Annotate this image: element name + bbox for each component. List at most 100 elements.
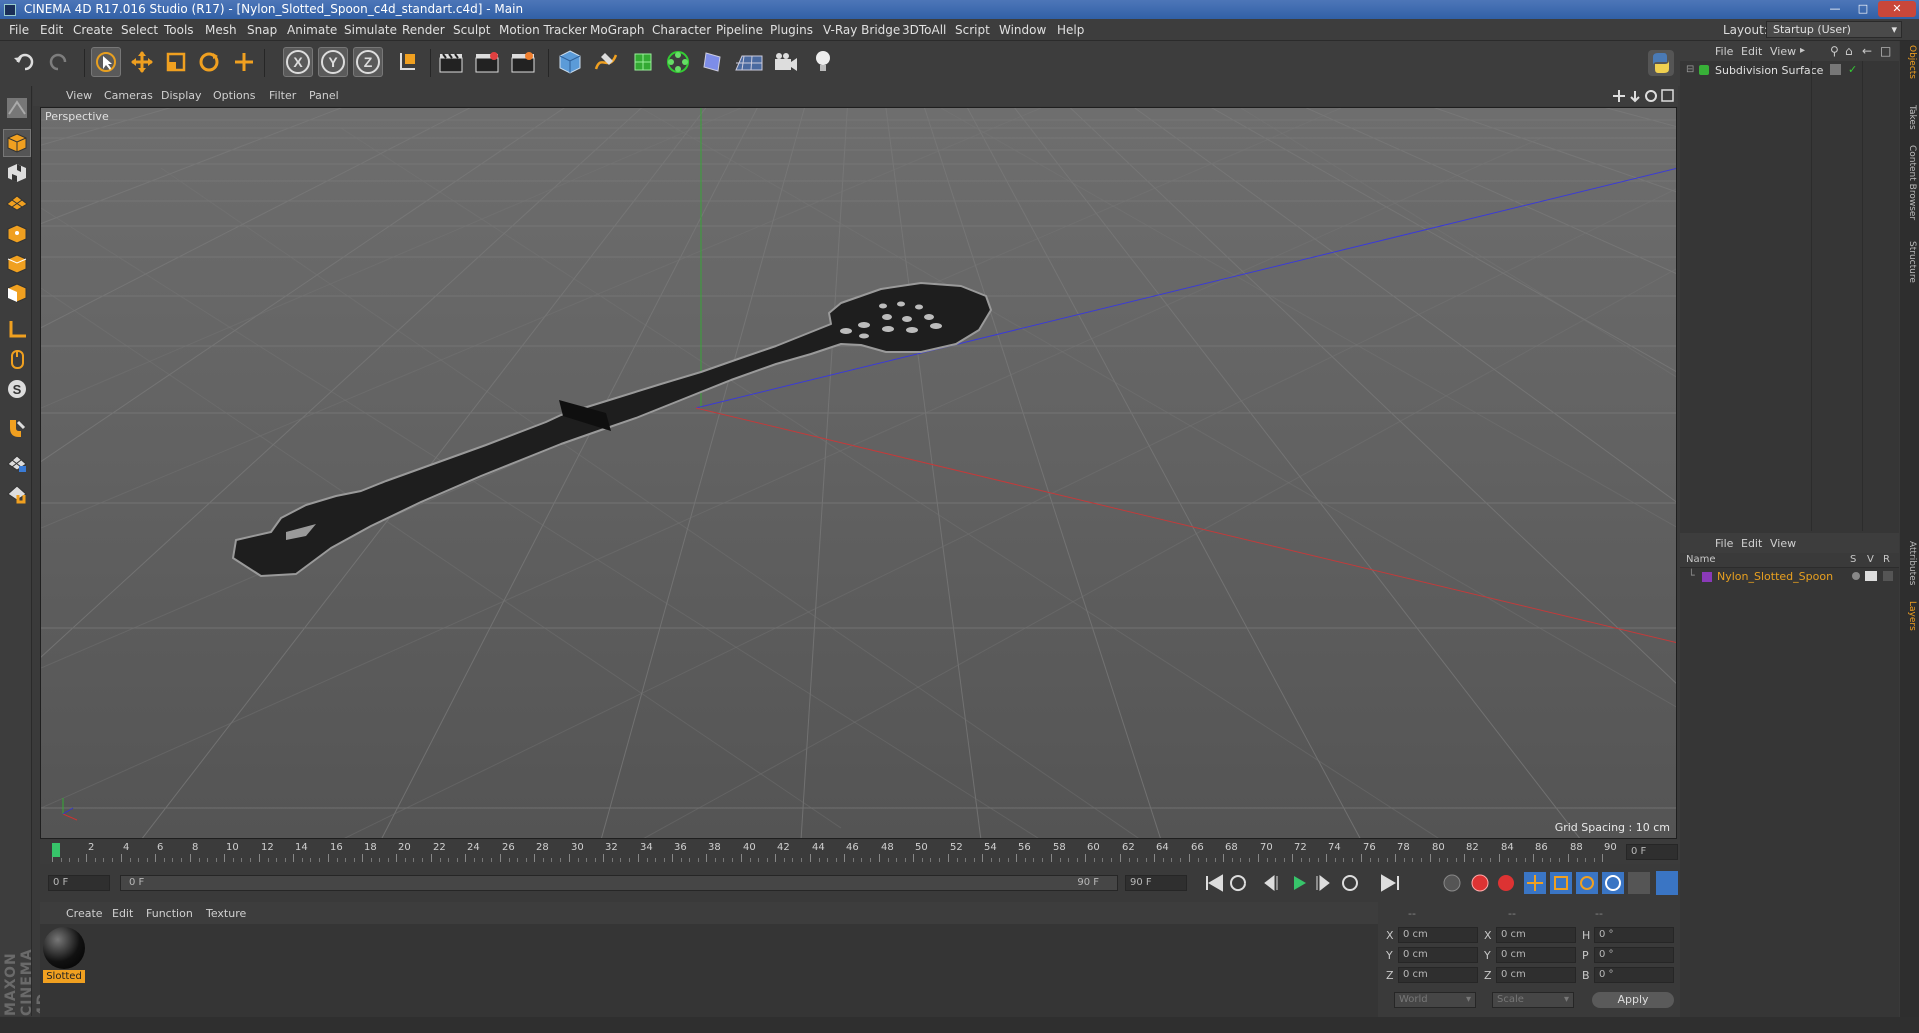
- back-icon[interactable]: ←: [1862, 44, 1872, 58]
- python-button[interactable]: [1644, 47, 1678, 79]
- render-toggle-icon[interactable]: [1883, 571, 1893, 581]
- minimize-button[interactable]: —: [1822, 1, 1848, 17]
- rotation-b-field[interactable]: 0 °: [1594, 967, 1674, 983]
- menu-simulate[interactable]: Simulate: [344, 23, 397, 37]
- redo-button[interactable]: [44, 47, 74, 77]
- tab-content-browser[interactable]: Content Browser: [1902, 145, 1917, 220]
- solo-dot[interactable]: [1852, 572, 1860, 580]
- tab-objects[interactable]: Objects: [1902, 45, 1917, 79]
- viewport-menu-view[interactable]: View: [66, 89, 92, 102]
- material-slotted[interactable]: Slotted: [43, 927, 85, 983]
- view-eye-icon[interactable]: [1865, 571, 1877, 581]
- edges-mode-button[interactable]: [3, 250, 31, 278]
- menu-motion-tracker[interactable]: Motion Tracker: [499, 23, 587, 37]
- menu-character[interactable]: Character: [652, 23, 711, 37]
- tab-layers[interactable]: Layers: [1902, 601, 1917, 631]
- layout-dropdown[interactable]: Startup (User) ▾: [1766, 21, 1902, 38]
- polygons-mode-button[interactable]: [3, 279, 31, 307]
- checkmark-icon[interactable]: ✓: [1848, 63, 1857, 76]
- object-row-subdivision-surface[interactable]: ⊟ Subdivision Surface ✓: [1680, 63, 1899, 79]
- snap-button[interactable]: S: [3, 375, 31, 403]
- search-icon[interactable]: ⚲: [1830, 44, 1839, 58]
- visibility-dots[interactable]: [1830, 64, 1841, 75]
- add-spline-button[interactable]: [591, 47, 621, 77]
- menu-animate[interactable]: Animate: [287, 23, 337, 37]
- viewport-menu-options[interactable]: Options: [213, 89, 255, 102]
- size-z-field[interactable]: 0 cm: [1496, 967, 1576, 983]
- menu-select[interactable]: Select: [121, 23, 158, 37]
- add-generator-button[interactable]: [628, 47, 658, 77]
- undo-button[interactable]: [9, 47, 39, 77]
- workplane-mode-button[interactable]: [3, 187, 31, 215]
- menu-3dtoall[interactable]: 3DToAll: [902, 23, 946, 37]
- menu-snap[interactable]: Snap: [247, 23, 277, 37]
- y-axis-lock-button[interactable]: Y: [318, 47, 348, 77]
- add-camera-button[interactable]: [771, 47, 801, 77]
- add-deformer-button[interactable]: [698, 47, 728, 77]
- add-light-button[interactable]: [808, 47, 838, 77]
- transform-tool-button[interactable]: [229, 47, 259, 77]
- menu-plugins[interactable]: Plugins: [770, 23, 813, 37]
- position-y-field[interactable]: 0 cm: [1398, 947, 1478, 963]
- home-icon[interactable]: ⌂: [1845, 44, 1853, 58]
- add-floor-button[interactable]: [734, 47, 764, 77]
- maximize-button[interactable]: □: [1850, 1, 1876, 17]
- axis-mode-button[interactable]: [3, 315, 31, 343]
- position-x-field[interactable]: 0 cm: [1398, 927, 1478, 943]
- playhead[interactable]: [52, 843, 60, 857]
- collapse-icon[interactable]: ⊟: [1686, 64, 1694, 75]
- material-menu-function[interactable]: Function: [146, 907, 193, 920]
- viewport-navigation-icons[interactable]: [1613, 89, 1677, 103]
- new-window-icon[interactable]: □: [1880, 44, 1891, 58]
- model-mode-button[interactable]: [3, 129, 31, 157]
- layer-color-swatch[interactable]: [1702, 572, 1712, 582]
- transport-buttons[interactable]: [1202, 870, 1432, 896]
- close-button[interactable]: ✕: [1878, 1, 1916, 17]
- select-tool-button[interactable]: [91, 47, 121, 77]
- rotate-tool-button[interactable]: [194, 47, 224, 77]
- z-axis-lock-button[interactable]: Z: [353, 47, 383, 77]
- layer-menu-view[interactable]: View: [1770, 537, 1796, 550]
- render-settings-button[interactable]: [508, 47, 538, 77]
- menu-mograph[interactable]: MoGraph: [590, 23, 645, 37]
- material-menu-create[interactable]: Create: [66, 907, 103, 920]
- add-cube-button[interactable]: [555, 47, 585, 77]
- tab-takes[interactable]: Takes: [1902, 105, 1917, 130]
- tab-attributes[interactable]: Attributes: [1902, 541, 1917, 585]
- scale-tool-button[interactable]: [161, 47, 191, 77]
- viewport-menu-cameras[interactable]: Cameras: [104, 89, 153, 102]
- object-menu-file[interactable]: File: [1715, 45, 1733, 58]
- lock-workplane-button[interactable]: [3, 449, 31, 477]
- x-axis-lock-button[interactable]: X: [283, 47, 313, 77]
- menu-window[interactable]: Window: [999, 23, 1046, 37]
- size-y-field[interactable]: 0 cm: [1496, 947, 1576, 963]
- object-menu-edit[interactable]: Edit: [1741, 45, 1762, 58]
- menu-file[interactable]: File: [9, 23, 29, 37]
- move-tool-button[interactable]: [127, 47, 157, 77]
- perspective-viewport[interactable]: Perspective Grid Spacing : 10 cm: [40, 107, 1677, 839]
- menu-script[interactable]: Script: [955, 23, 990, 37]
- layer-menu-file[interactable]: File: [1715, 537, 1733, 550]
- points-mode-button[interactable]: [3, 220, 31, 248]
- timeline-ruler[interactable]: 0246810121416182022242628303234363840424…: [40, 840, 1680, 864]
- position-z-field[interactable]: 0 cm: [1398, 967, 1478, 983]
- menu-edit[interactable]: Edit: [40, 23, 63, 37]
- menu-mesh[interactable]: Mesh: [205, 23, 237, 37]
- menu-vray-bridge[interactable]: V-Ray Bridge: [823, 23, 900, 37]
- coordinate-system-button[interactable]: [392, 47, 422, 77]
- menu-create[interactable]: Create: [73, 23, 113, 37]
- make-editable-button[interactable]: [3, 94, 31, 122]
- add-mograph-button[interactable]: [663, 47, 693, 77]
- render-to-picture-viewer-button[interactable]: [472, 47, 502, 77]
- render-view-button[interactable]: [436, 47, 466, 77]
- viewport-menu-display[interactable]: Display: [161, 89, 202, 102]
- material-menu-texture[interactable]: Texture: [206, 907, 246, 920]
- current-frame-field[interactable]: 0 F: [1626, 844, 1678, 860]
- menu-pipeline[interactable]: Pipeline: [716, 23, 763, 37]
- end-frame-field[interactable]: 90 F: [1125, 875, 1187, 891]
- tab-structure[interactable]: Structure: [1902, 241, 1917, 283]
- object-menu-view[interactable]: View: [1770, 45, 1796, 58]
- rotation-h-field[interactable]: 0 °: [1594, 927, 1674, 943]
- rotation-p-field[interactable]: 0 °: [1594, 947, 1674, 963]
- apply-button[interactable]: Apply: [1592, 992, 1674, 1008]
